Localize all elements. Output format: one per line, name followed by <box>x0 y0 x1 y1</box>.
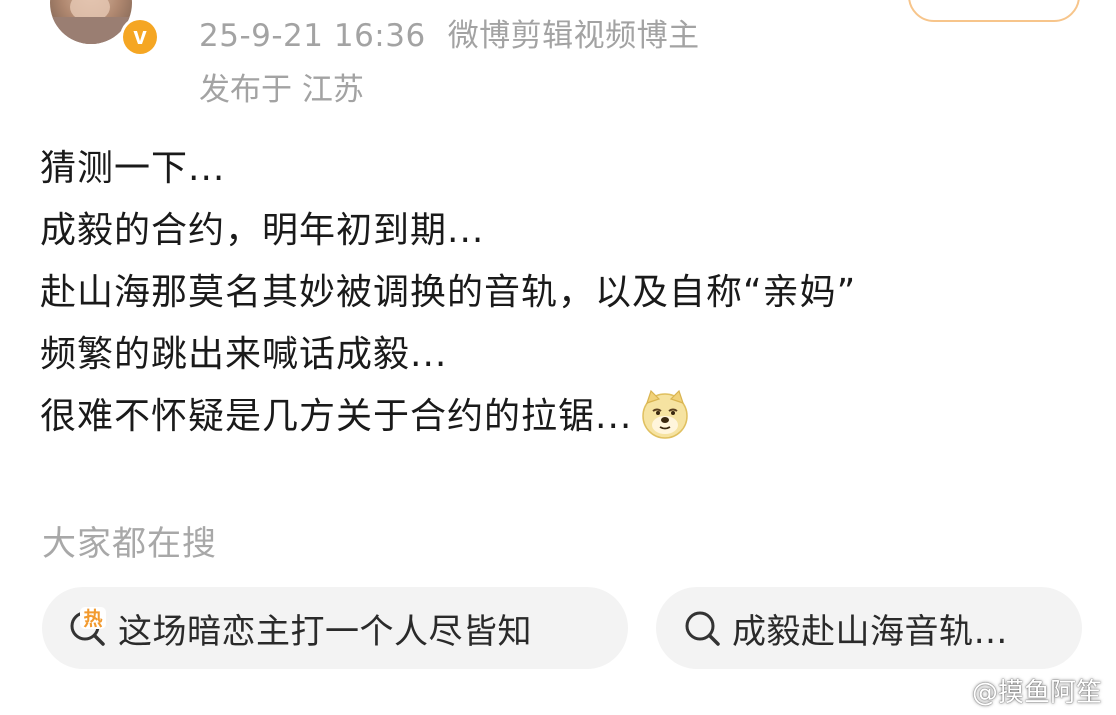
post-line: 赴山海那莫名其妙被调换的音轨，以及自称“亲妈” <box>40 272 857 313</box>
search-chip-label: 这场暗恋主打一个人尽皆知 <box>118 611 532 652</box>
hot-badge: 热 <box>83 607 102 630</box>
search-section-title: 大家都在搜 <box>42 524 217 564</box>
watermark-text: @摸鱼阿笙 <box>971 678 1102 708</box>
post-source[interactable]: 微博剪辑视频博主 <box>448 18 700 54</box>
post-line: 猜测一下... <box>40 148 226 189</box>
post-location: 发布于 江苏 <box>199 72 364 108</box>
post-timestamp: 25-9-21 16:36 <box>199 18 426 54</box>
search-chip[interactable]: 成毅赴山海音轨… <box>656 587 1082 669</box>
follow-button[interactable] <box>908 0 1080 22</box>
search-chip-label: 成毅赴山海音轨… <box>732 611 1008 652</box>
post-line-text: 很难不怀疑是几方关于合约的拉锯... <box>40 396 633 437</box>
post-line: 频繁的跳出来喊话成毅... <box>40 334 448 375</box>
verified-badge-icon: v <box>120 17 160 57</box>
post-content: 猜测一下... 成毅的合约，明年初到期... 赴山海那莫名其妙被调换的音轨，以及… <box>40 138 1080 448</box>
doge-emoji-icon <box>642 389 689 439</box>
post-meta: 25-9-21 16:36 微博剪辑视频博主 <box>199 10 700 55</box>
weibo-logo-icon <box>930 674 968 706</box>
hot-search-icon: 热 <box>70 607 106 646</box>
watermark: @摸鱼阿笙 <box>930 672 1102 709</box>
search-icon <box>685 611 720 646</box>
search-chip-hot[interactable]: 热 这场暗恋主打一个人尽皆知 <box>42 587 628 669</box>
verified-v: v <box>123 20 157 54</box>
post-line-last: 很难不怀疑是几方关于合约的拉锯... <box>40 386 1080 448</box>
weibo-post-card: v 25-9-21 16:36 微博剪辑视频博主 发布于 江苏 猜测一下... 成… <box>0 0 1116 715</box>
post-line: 成毅的合约，明年初到期... <box>40 210 485 251</box>
